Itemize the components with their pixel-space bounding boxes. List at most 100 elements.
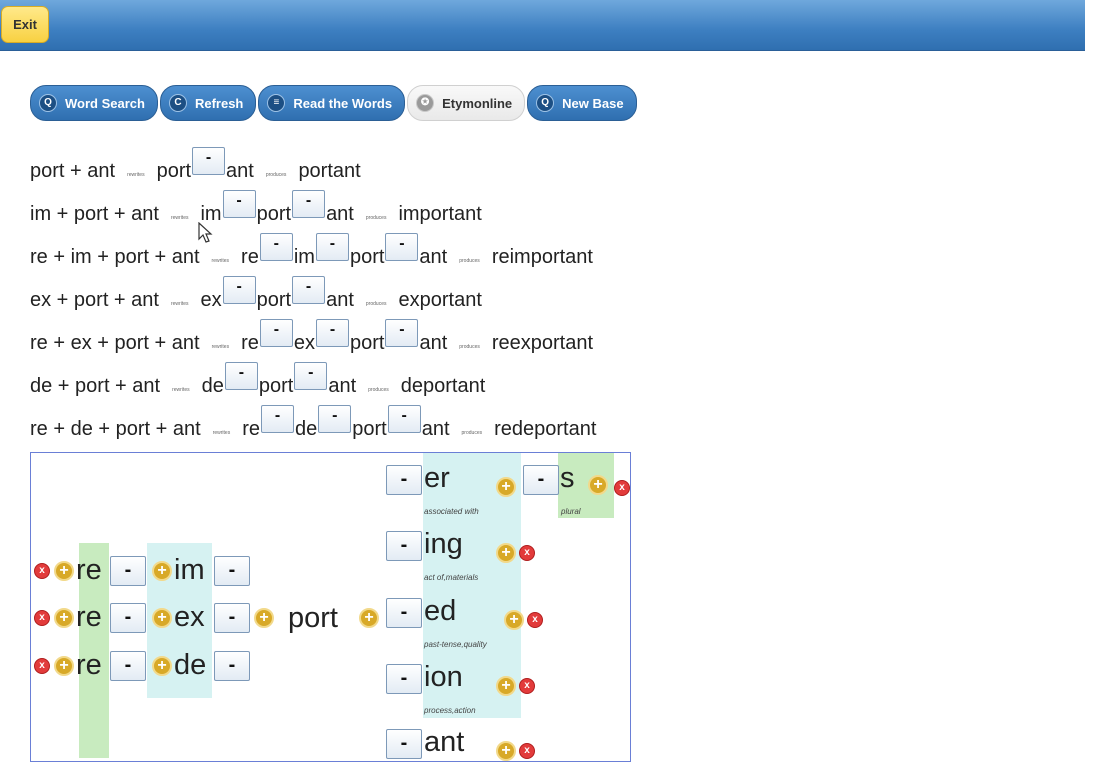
button-label: Read the Words: [293, 95, 393, 111]
add-icon[interactable]: +: [152, 656, 172, 676]
add-icon[interactable]: +: [254, 608, 274, 628]
add-icon[interactable]: +: [54, 561, 74, 581]
suffix-morpheme: ant: [424, 726, 465, 758]
word-search-button[interactable]: Q Word Search: [30, 85, 158, 121]
result-word: deportant: [400, 375, 486, 397]
prefix-morpheme: re: [76, 554, 102, 586]
word-sum: re + ex + port + ant: [30, 332, 200, 354]
remove-button[interactable]: -: [386, 664, 422, 694]
add-icon[interactable]: +: [496, 477, 516, 497]
rewrites-label: rewrites: [211, 343, 230, 350]
remove-boundary-button[interactable]: -: [192, 146, 226, 175]
word-sum: re + de + port + ant: [30, 418, 201, 440]
morpheme: port: [256, 289, 292, 311]
add-icon[interactable]: +: [152, 561, 172, 581]
word-sum-line: re + im + port + ant rewrites re - im - port - a…: [30, 232, 596, 279]
word-matrix: x + re - + im - x + re - + ex - x + re - + de - + port + - er asso…: [30, 452, 631, 762]
delete-icon[interactable]: x: [527, 612, 543, 628]
morpheme: ant: [419, 246, 448, 268]
delete-icon[interactable]: x: [34, 563, 50, 579]
button-label: Refresh: [194, 95, 244, 111]
add-icon[interactable]: +: [496, 543, 516, 563]
suffix-morpheme: er: [424, 462, 450, 494]
add-icon[interactable]: +: [504, 610, 524, 630]
remove-button[interactable]: -: [523, 465, 559, 495]
exit-button[interactable]: Exit: [1, 6, 49, 43]
remove-boundary-button[interactable]: -: [385, 318, 419, 347]
result-word: portant: [298, 160, 361, 182]
produces-label: produces: [265, 171, 287, 178]
etymonline-button[interactable]: ✪ Etymonline: [407, 85, 526, 121]
remove-button[interactable]: -: [110, 603, 146, 633]
refresh-button[interactable]: C Refresh: [159, 85, 257, 121]
remove-boundary-button[interactable]: -: [261, 404, 294, 433]
remove-button[interactable]: -: [110, 651, 146, 681]
remove-boundary-button[interactable]: -: [222, 275, 256, 304]
remove-boundary-button[interactable]: -: [224, 361, 258, 390]
toolbar: Q Word Search C Refresh ≡ Read the Words ✪ Etym…: [30, 85, 639, 121]
remove-button[interactable]: -: [214, 556, 250, 586]
remove-boundary-button[interactable]: -: [259, 318, 293, 347]
morpheme: port: [352, 418, 387, 440]
word-sum-line: de + port + ant rewrites de - port - ant produc…: [30, 361, 596, 408]
suffix-morpheme: ing: [424, 528, 463, 560]
add-icon[interactable]: +: [54, 608, 74, 628]
rewrites-label: rewrites: [127, 171, 145, 178]
remove-button[interactable]: -: [110, 556, 146, 586]
word-sum: ex + port + ant: [30, 289, 159, 311]
button-label: New Base: [562, 95, 624, 111]
suffix-morpheme: ed: [424, 595, 457, 627]
delete-icon[interactable]: x: [519, 678, 535, 694]
delete-icon[interactable]: x: [614, 480, 630, 496]
suffix-meaning: past-tense,quality: [424, 640, 487, 649]
base-morpheme: port: [288, 602, 338, 634]
delete-icon[interactable]: x: [34, 610, 50, 626]
remove-boundary-button[interactable]: -: [387, 404, 421, 433]
produces-label: produces: [459, 257, 480, 264]
remove-boundary-button[interactable]: -: [385, 232, 419, 261]
add-icon[interactable]: +: [496, 741, 516, 761]
word-sum-line: im + port + ant rewrites im - port - ant produc…: [30, 189, 596, 236]
button-label: Etymonline: [442, 95, 513, 111]
morpheme: re: [241, 332, 259, 354]
add-icon[interactable]: +: [588, 475, 608, 495]
delete-icon[interactable]: x: [519, 545, 535, 561]
remove-boundary-button[interactable]: -: [222, 189, 256, 218]
prefix-morpheme: ex: [174, 601, 205, 633]
delete-icon[interactable]: x: [34, 658, 50, 674]
word-sum: im + port + ant: [30, 203, 159, 225]
add-icon[interactable]: +: [496, 676, 516, 696]
rewrites-label: rewrites: [170, 214, 189, 221]
morpheme: ant: [326, 289, 354, 311]
new-base-button[interactable]: Q New Base: [527, 85, 637, 121]
morpheme: ant: [326, 203, 354, 225]
remove-boundary-button[interactable]: -: [292, 189, 326, 218]
read-the-words-button[interactable]: ≡ Read the Words: [258, 85, 406, 121]
remove-button[interactable]: -: [386, 729, 422, 759]
remove-button[interactable]: -: [386, 598, 422, 628]
search-icon: Q: [536, 94, 555, 112]
remove-button[interactable]: -: [386, 531, 422, 561]
star-icon: ✪: [416, 94, 435, 112]
add-icon[interactable]: +: [359, 608, 379, 628]
remove-boundary-button[interactable]: -: [294, 361, 328, 390]
word-sum-line: re + ex + port + ant rewrites re - ex - port - a…: [30, 318, 596, 365]
remove-boundary-button[interactable]: -: [292, 275, 326, 304]
remove-boundary-button[interactable]: -: [318, 404, 352, 433]
morpheme: port: [349, 246, 385, 268]
delete-icon[interactable]: x: [519, 743, 535, 759]
rewrites-label: rewrites: [172, 386, 190, 393]
add-icon[interactable]: +: [152, 608, 172, 628]
remove-boundary-button[interactable]: -: [316, 318, 349, 347]
remove-button[interactable]: -: [214, 651, 250, 681]
rewrites-label: rewrites: [211, 257, 230, 264]
remove-button[interactable]: -: [214, 603, 250, 633]
morpheme: re: [241, 246, 259, 268]
refresh-icon: C: [168, 94, 187, 112]
remove-boundary-button[interactable]: -: [259, 232, 293, 261]
produces-label: produces: [365, 300, 387, 307]
remove-boundary-button[interactable]: -: [315, 232, 349, 261]
remove-button[interactable]: -: [386, 465, 422, 495]
morpheme: port: [350, 332, 385, 354]
add-icon[interactable]: +: [54, 656, 74, 676]
